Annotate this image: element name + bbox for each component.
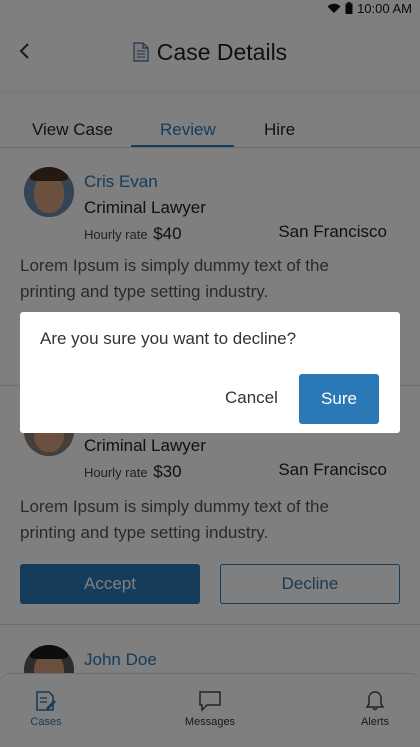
cancel-button[interactable]: Cancel [225,388,278,408]
confirm-dialog: Are you sure you want to decline? Cancel… [20,312,400,433]
sure-button[interactable]: Sure [299,374,379,424]
dialog-message: Are you sure you want to decline? [40,329,297,348]
